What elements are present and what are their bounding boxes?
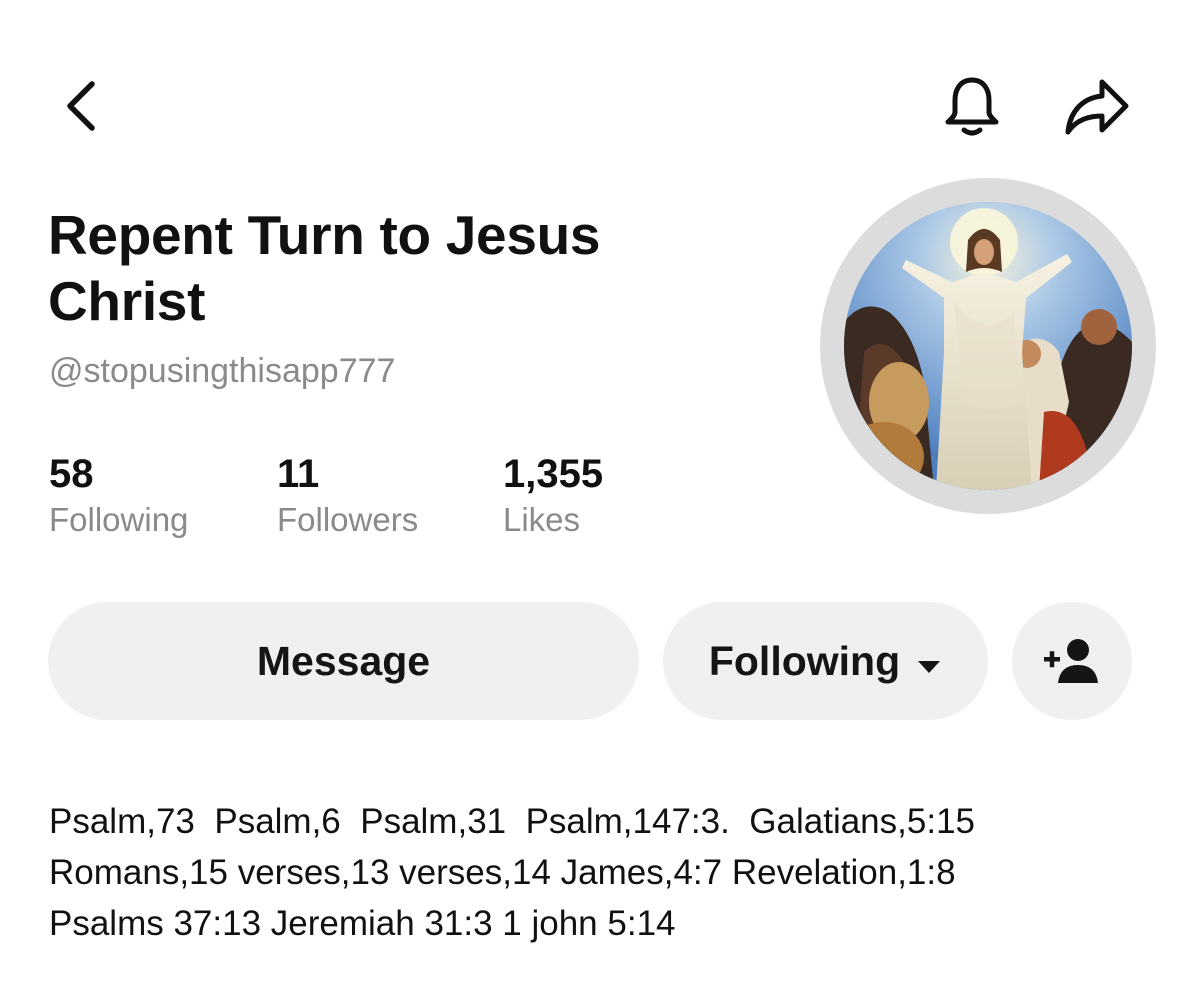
add-friend-button[interactable] — [1012, 602, 1132, 720]
profile-handle: @stopusingthisapp777 — [49, 352, 396, 390]
bio-line: Psalm,73 Psalm,6 Psalm,31 Psalm,147:3. G… — [49, 802, 975, 841]
likes-stat[interactable]: 1,355 Likes — [503, 450, 603, 542]
following-label: Following — [49, 501, 189, 538]
following-button-label: Following — [708, 637, 901, 684]
likes-label: Likes — [503, 501, 581, 538]
profile-bio: Psalm,73 Psalm,6 Psalm,31 Psalm,147:3. G… — [49, 796, 1149, 949]
followers-count: 11 — [277, 452, 320, 496]
chevron-left-icon — [67, 81, 95, 131]
caret-down-icon — [916, 638, 942, 685]
following-dropdown-button[interactable]: Following — [663, 602, 988, 720]
back-button[interactable] — [50, 72, 114, 140]
bio-line: Psalms 37:13 Jeremiah 31:3 1 john 5:14 — [49, 904, 676, 943]
share-button[interactable] — [1058, 72, 1134, 140]
add-person-icon — [1044, 639, 1098, 683]
followers-stat[interactable]: 11 Followers — [277, 450, 418, 542]
following-count: 58 — [49, 452, 94, 496]
share-arrow-icon — [1065, 79, 1129, 135]
following-stat[interactable]: 58 Following — [49, 450, 188, 542]
likes-count: 1,355 — [503, 452, 604, 496]
followers-label: Followers — [277, 501, 419, 538]
avatar-image — [844, 202, 1132, 490]
message-button-label: Message — [256, 637, 431, 684]
bio-line: Romans,15 verses,13 verses,14 James,4:7 … — [49, 853, 956, 892]
message-button[interactable]: Message — [48, 602, 639, 720]
bell-icon — [945, 77, 999, 136]
avatar[interactable] — [844, 202, 1132, 490]
notifications-button[interactable] — [936, 72, 1008, 140]
profile-display-name: Repent Turn to Jesus Christ — [48, 204, 601, 332]
